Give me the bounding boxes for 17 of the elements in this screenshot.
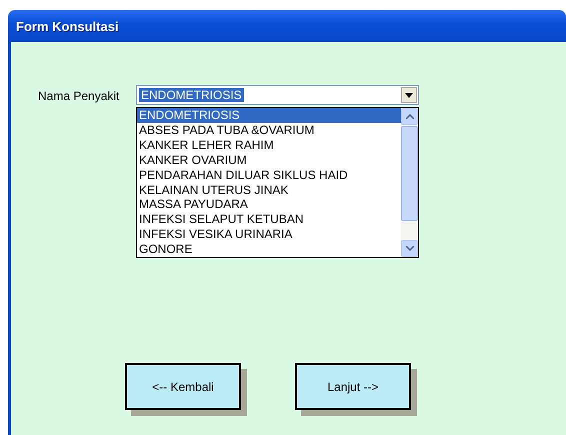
list-option[interactable]: INFEKSI SELAPUT KETUBAN bbox=[137, 212, 401, 228]
list-option[interactable]: ABSES PADA TUBA &OVARIUM bbox=[137, 122, 401, 138]
list-option[interactable]: KANKER LEHER RAHIM bbox=[137, 138, 401, 153]
scroll-down-icon[interactable] bbox=[401, 240, 418, 257]
list-option[interactable]: PENDARAHAN DILUAR SIKLUS HAID bbox=[137, 168, 401, 183]
window-title: Form Konsultasi bbox=[16, 18, 119, 34]
field-label: Nama Penyakit bbox=[38, 89, 120, 103]
disease-dropdown[interactable]: ENDOMETRIOSIS bbox=[136, 85, 419, 105]
list-option[interactable]: MASSA PAYUDARA bbox=[137, 197, 401, 212]
scrollbar[interactable] bbox=[401, 108, 418, 257]
scroll-thumb[interactable] bbox=[401, 126, 418, 221]
list-option[interactable]: KANKER OVARIUM bbox=[137, 152, 401, 168]
scroll-up-icon[interactable] bbox=[401, 108, 418, 125]
list-option[interactable]: INFEKSI VESIKA URINARIA bbox=[137, 227, 401, 242]
list-option[interactable]: KELAINAN UTERUS JINAK bbox=[137, 182, 401, 198]
list-option[interactable]: ENDOMETRIOSIS bbox=[137, 108, 401, 123]
list-option[interactable]: GONORE bbox=[137, 242, 401, 258]
